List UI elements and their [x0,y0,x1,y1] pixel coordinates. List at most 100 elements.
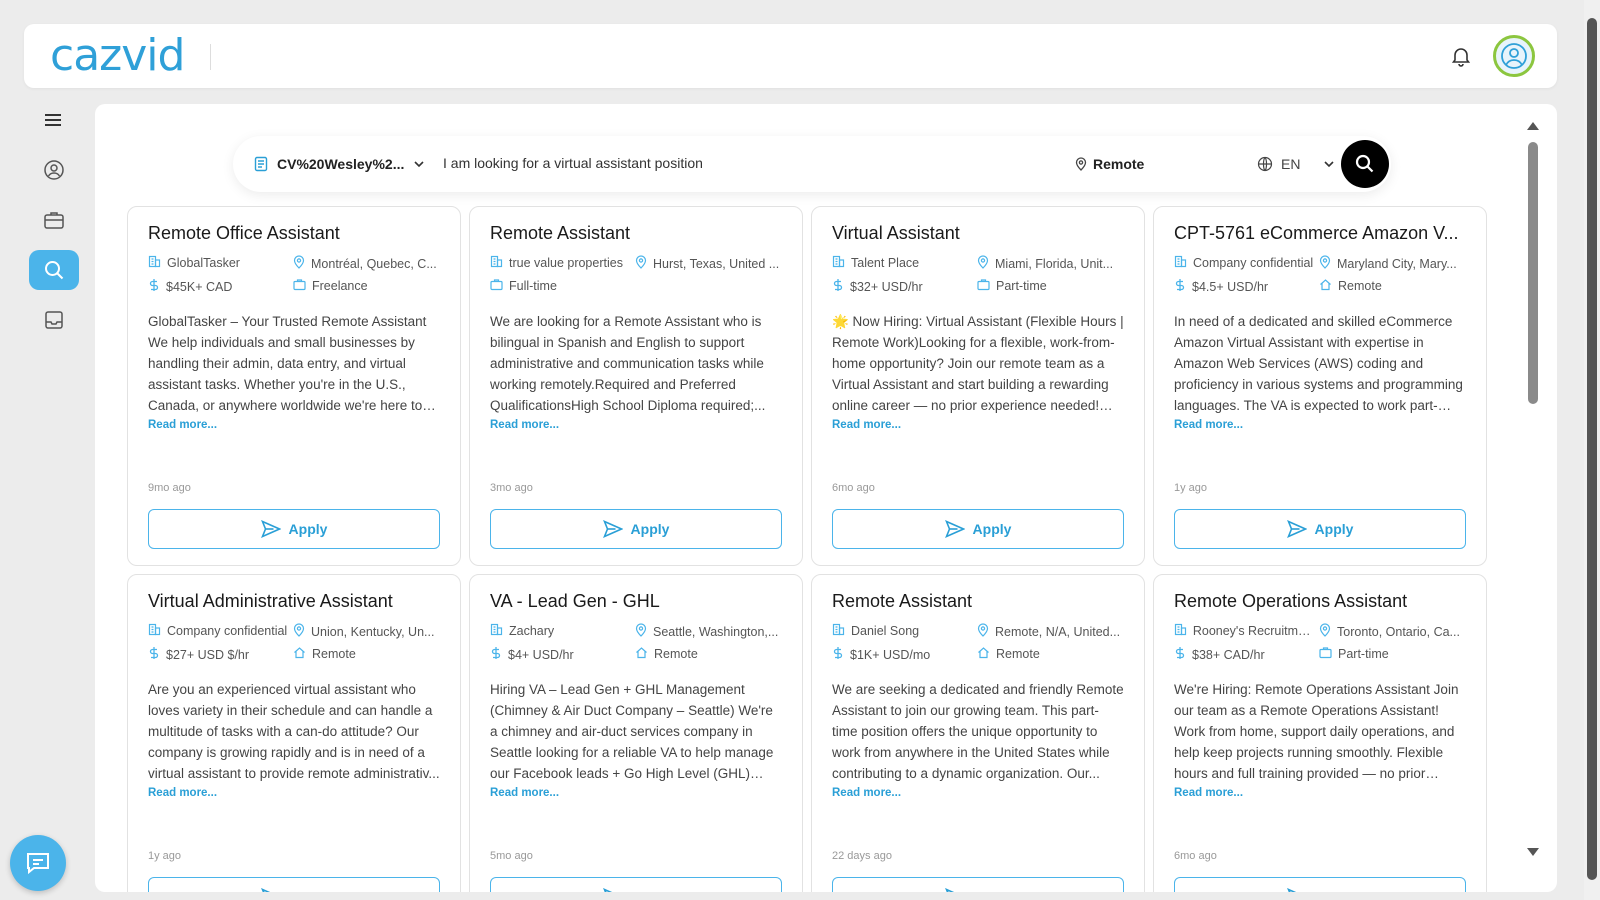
job-title[interactable]: Remote Assistant [490,223,790,244]
job-title[interactable]: Remote Assistant [832,591,1132,612]
job-card[interactable]: CPT-5761 eCommerce Amazon V... Company co… [1153,206,1487,566]
cv-select[interactable]: CV%20Wesley%2... [253,136,426,192]
salary-text: $45K+ CAD [166,279,233,294]
location-pin-icon [977,255,989,272]
job-location: Remote, N/A, United... [977,623,1125,640]
home-icon [1319,278,1332,294]
menu-icon[interactable] [29,100,79,140]
read-more-link[interactable]: Read more... [1174,787,1243,799]
read-more-link[interactable]: Read more... [832,419,901,431]
apply-button[interactable]: Apply [1174,509,1466,549]
avatar[interactable] [1493,35,1535,77]
apply-button[interactable]: Apply [490,509,782,549]
briefcase-icon [490,278,503,294]
posted-time: 1y ago [1174,482,1208,494]
location-pin-icon [635,255,647,272]
salary: $32+ USD/hr [832,278,972,295]
job-card[interactable]: Remote Assistant Daniel Song Remote, N/A, … [811,574,1145,892]
job-title[interactable]: Remote Operations Assistant [1174,591,1474,612]
location-filter[interactable]: Remote [1075,136,1144,192]
job-location-text: Hurst, Texas, United ... [653,256,780,271]
search-button[interactable] [1341,140,1389,188]
job-card[interactable]: Remote Assistant true value properties Hur… [469,206,803,566]
search-icon[interactable] [29,250,79,290]
apply-button[interactable]: Apply [1174,877,1466,892]
scroll-down-arrow[interactable] [1527,848,1539,856]
job-card[interactable]: Virtual Assistant Talent Place Miami, Flor… [811,206,1145,566]
location-pin-icon [1319,255,1331,272]
scroll-up-arrow[interactable] [1527,122,1539,130]
salary-text: $1K+ USD/mo [850,647,931,662]
home-icon [293,646,306,662]
salary: $45K+ CAD [148,278,288,295]
job-title[interactable]: Virtual Administrative Assistant [148,591,448,612]
job-card[interactable]: Virtual Administrative Assistant Company … [127,574,461,892]
job-type-text: Part-time [1338,647,1389,661]
search-icon [1355,154,1374,173]
apply-button[interactable]: Apply [148,877,440,892]
read-more-link[interactable]: Read more... [490,787,559,799]
language-value: EN [1281,156,1301,172]
job-card[interactable]: Remote Office Assistant GlobalTasker Montr… [127,206,461,566]
briefcase-icon[interactable] [29,200,79,240]
home-icon [635,646,648,662]
read-more-link[interactable]: Read more... [148,419,217,431]
inbox-icon[interactable] [29,300,79,340]
profile-icon[interactable] [29,150,79,190]
send-icon [1286,520,1307,538]
document-icon [254,156,268,172]
search-input[interactable]: I am looking for a virtual assistant pos… [443,155,703,171]
search-bar: CV%20Wesley%2... I am looking for a virt… [233,136,1391,192]
posted-time: 3mo ago [490,482,533,494]
read-more-link[interactable]: Read more... [1174,419,1243,431]
job-location: Hurst, Texas, United ... [635,255,783,272]
location-pin-icon [1075,157,1087,171]
dollar-icon [1174,278,1186,295]
job-description: 🌟 Now Hiring: Virtual Assistant (Flexibl… [832,314,1124,413]
building-icon [832,623,845,639]
logo[interactable]: cazvid [50,32,185,80]
briefcase-icon [977,278,990,294]
location-pin-icon [1319,623,1331,640]
apply-button[interactable]: Apply [832,509,1124,549]
job-title[interactable]: CPT-5761 eCommerce Amazon V... [1174,223,1474,244]
job-card[interactable]: Remote Operations Assistant Rooney's Recr… [1153,574,1487,892]
window-scrollbar[interactable] [1584,0,1600,900]
salary: $4+ USD/hr [490,646,630,663]
read-more-link[interactable]: Read more... [490,419,559,431]
job-title[interactable]: Remote Office Assistant [148,223,448,244]
apply-button[interactable]: Apply [148,509,440,549]
apply-label: Apply [972,521,1012,537]
job-description: We are seeking a dedicated and friendly … [832,682,1124,781]
window-scrollbar-thumb[interactable] [1587,18,1597,880]
chevron-down-icon [1324,161,1335,168]
job-type: Remote [635,646,783,662]
salary-text: $4.5+ USD/hr [1192,279,1269,294]
job-title[interactable]: Virtual Assistant [832,223,1132,244]
job-title[interactable]: VA - Lead Gen - GHL [490,591,790,612]
salary: $1K+ USD/mo [832,646,972,663]
chat-icon[interactable] [10,835,66,891]
salary-text: $4+ USD/hr [508,647,574,662]
apply-label: Apply [1314,521,1354,537]
job-description: Hiring VA – Lead Gen + GHL Management (C… [490,682,774,781]
scrollbar-thumb[interactable] [1528,142,1538,404]
apply-button[interactable]: Apply [832,877,1124,892]
job-location-text: Remote, N/A, United... [995,624,1121,639]
job-card[interactable]: VA - Lead Gen - GHL Zachary Seattle, Washi… [469,574,803,892]
apply-label: Apply [630,521,670,537]
job-location: Montréal, Quebec, C... [293,255,441,272]
building-icon [148,623,161,639]
job-type: Remote [977,646,1125,662]
language-select[interactable]: EN [1257,136,1336,192]
send-icon [602,888,623,892]
read-more-link[interactable]: Read more... [148,787,217,799]
job-type: Remote [293,646,441,662]
apply-button[interactable]: Apply [490,877,782,892]
company-name: Talent Place [851,256,920,270]
apply-label: Apply [631,889,670,892]
job-location-text: Toronto, Ontario, Ca... [1337,624,1460,639]
read-more-link[interactable]: Read more... [832,787,901,799]
notification-bell-icon[interactable] [1449,44,1473,68]
chevron-down-icon [414,161,424,168]
